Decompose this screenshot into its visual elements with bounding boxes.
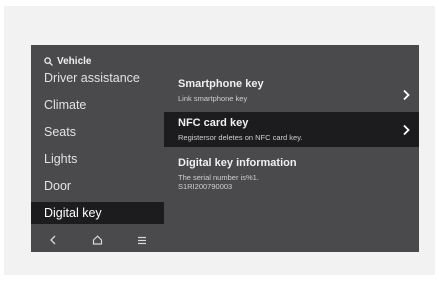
entry-subtitle: Link smartphone key <box>178 94 248 103</box>
entry-title: Smartphone key <box>178 78 264 90</box>
search-icon <box>44 56 53 66</box>
sidebar-item-door[interactable]: Door <box>31 175 164 197</box>
sidebar-item-climate[interactable]: Climate <box>31 94 164 116</box>
sidebar-item-driver-assistance[interactable]: Driver assistance <box>31 67 164 89</box>
sidebar-item-label: Lights <box>44 152 78 166</box>
serial-number-text: The serial number is%1. <box>178 173 259 182</box>
back-icon[interactable] <box>41 230 65 250</box>
bottom-nav-bar <box>31 228 164 252</box>
menu-icon[interactable] <box>130 230 154 250</box>
content-panel: Smartphone key Link smartphone key NFC c… <box>164 45 419 252</box>
sidebar-item-digital-key[interactable]: Digital key <box>31 202 164 224</box>
sidebar-item-label: Climate <box>44 98 87 112</box>
chevron-right-icon <box>403 89 410 101</box>
sidebar: Vehicle Driver assistance Climate Seats … <box>31 45 164 252</box>
sidebar-item-seats[interactable]: Seats <box>31 121 164 143</box>
device-frame: Vehicle Driver assistance Climate Seats … <box>4 6 435 275</box>
home-icon[interactable] <box>85 230 109 250</box>
sidebar-item-lights[interactable]: Lights <box>31 148 164 170</box>
smartphone-key-item[interactable]: Smartphone key Link smartphone key <box>164 78 419 112</box>
sidebar-item-label: Driver assistance <box>44 71 140 85</box>
sidebar-item-label: Digital key <box>44 206 102 220</box>
chevron-right-icon <box>403 124 410 135</box>
entry-subtitle: Registersor deletes on NFC card key. <box>178 133 303 142</box>
entry-title: NFC card key <box>178 117 249 129</box>
serial-number-value: S1RI200790003 <box>178 182 233 191</box>
sidebar-item-label: Door <box>44 179 72 193</box>
nfc-card-key-item[interactable]: NFC card key Registersor deletes on NFC … <box>164 112 419 147</box>
entry-title: Digital key information <box>178 157 297 169</box>
digital-key-information-item[interactable]: Digital key information The serial numbe… <box>164 157 419 197</box>
sidebar-item-label: Seats <box>44 125 76 139</box>
search-header[interactable]: Vehicle <box>44 54 91 68</box>
search-label: Vehicle <box>57 55 92 67</box>
infotainment-screen: Vehicle Driver assistance Climate Seats … <box>31 45 419 252</box>
